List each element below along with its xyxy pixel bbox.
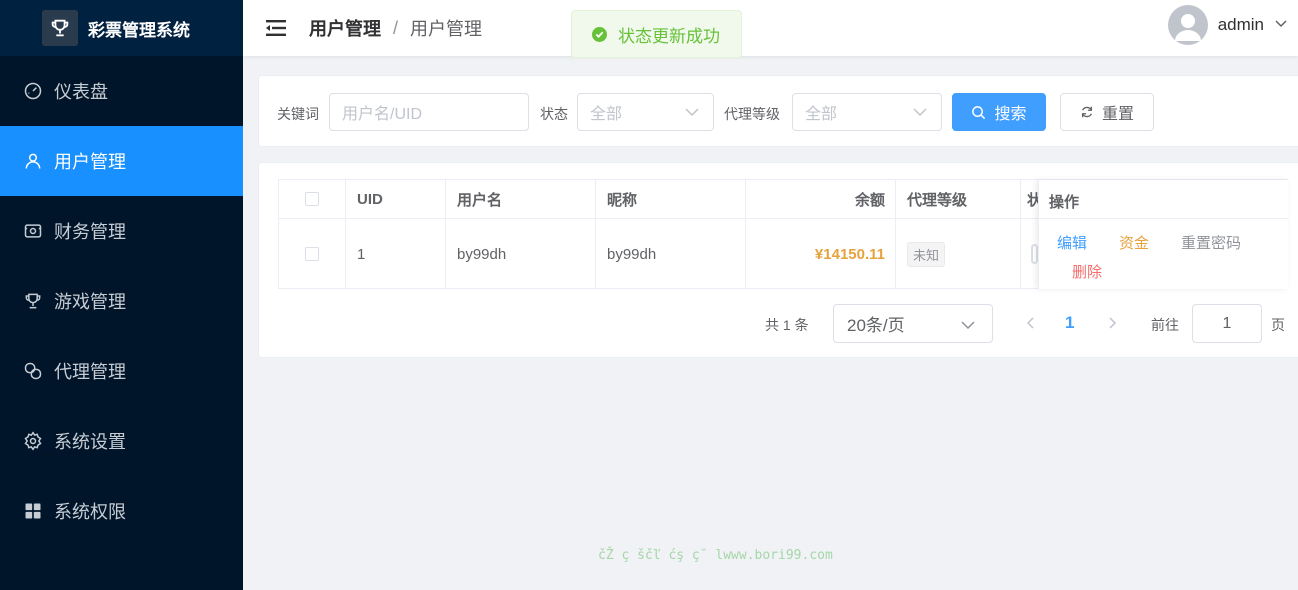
chevron-down-icon — [1274, 16, 1288, 35]
operations-column: 操作 编辑 资金 重置密码 删除 — [1038, 180, 1289, 289]
check-circle-icon — [592, 26, 607, 42]
column-header-agent-level: 代理等级 — [896, 180, 1021, 219]
cell-status — [1021, 219, 1039, 289]
cell-username: by99dh — [446, 219, 596, 289]
cell-agent-level: 未知 — [896, 219, 1021, 289]
user-icon — [23, 151, 43, 171]
chevron-right-icon — [1109, 317, 1117, 329]
column-header-status: 状 — [1021, 180, 1039, 219]
sidebar-item-permissions[interactable]: 系统权限 — [0, 476, 243, 546]
header: 用户管理 / 用户管理 admin — [243, 0, 1298, 56]
breadcrumb-item-current: 用户管理 — [410, 19, 483, 39]
dashboard-icon — [23, 81, 43, 101]
select-all-checkbox[interactable] — [305, 192, 319, 206]
sidebar-item-label: 代理管理 — [54, 362, 126, 382]
agent-level-select-value: 全部 — [805, 106, 838, 123]
balance-value: ¥14150.11 — [814, 245, 885, 263]
sidebar-item-label: 系统设置 — [54, 432, 126, 452]
search-button-label: 搜索 — [994, 106, 1027, 123]
grid-icon — [23, 501, 43, 521]
column-header-username: 用户名 — [446, 180, 596, 219]
wallet-icon — [23, 221, 43, 241]
sidebar-item-label: 用户管理 — [54, 152, 126, 172]
menu-collapse-icon[interactable] — [265, 17, 287, 39]
status-select[interactable]: 全部 — [577, 93, 714, 131]
goto-suffix: 页 — [1271, 317, 1285, 333]
sidebar-item-label: 游戏管理 — [54, 292, 126, 312]
row-checkbox[interactable] — [305, 247, 319, 261]
status-label: 状态 — [540, 106, 568, 122]
status-select-value: 全部 — [590, 106, 623, 123]
sidebar-item-dashboard[interactable]: 仪表盘 — [0, 56, 243, 126]
prev-page-button[interactable] — [1021, 313, 1041, 333]
goto-page-input[interactable]: 1 — [1192, 304, 1262, 343]
page-number[interactable]: 1 — [1065, 313, 1074, 333]
avatar — [1167, 5, 1208, 45]
sidebar-item-agents[interactable]: 代理管理 — [0, 336, 243, 406]
keyword-label: 关键词 — [277, 106, 319, 122]
funds-link[interactable]: 资金 — [1119, 232, 1149, 253]
goto-label: 前往 — [1151, 317, 1179, 333]
app-title: 彩票管理系统 — [88, 20, 190, 40]
username: admin — [1217, 15, 1264, 34]
reset-password-link[interactable]: 重置密码 — [1181, 232, 1241, 253]
refresh-icon — [1081, 106, 1093, 118]
search-button[interactable]: 搜索 — [952, 93, 1046, 131]
user-menu[interactable]: admin — [1167, 5, 1288, 45]
breadcrumb-item[interactable]: 用户管理 — [309, 15, 381, 41]
reset-button-label: 重置 — [1101, 106, 1134, 123]
table-row-select — [279, 219, 346, 289]
cell-uid: 1 — [346, 219, 446, 289]
header-divider — [1039, 218, 1289, 219]
breadcrumb-separator: / — [393, 17, 399, 38]
column-header-uid: UID — [346, 180, 446, 219]
page-size-select[interactable]: 20条/页 — [833, 304, 993, 343]
sidebar-item-users[interactable]: 用户管理 — [0, 126, 243, 196]
sidebar-item-label: 财务管理 — [54, 222, 126, 242]
table-header-select — [279, 180, 346, 219]
chevron-down-icon — [961, 321, 975, 330]
sidebar-item-settings[interactable]: 系统设置 — [0, 406, 243, 476]
status-switch[interactable] — [1031, 244, 1038, 264]
search-icon — [972, 105, 986, 119]
toast-message: 状态更新成功 — [618, 26, 720, 46]
cell-nickname: by99dh — [596, 219, 746, 289]
page-size-value: 20条/页 — [847, 316, 905, 335]
chevron-left-icon — [1026, 317, 1034, 329]
search-form: 关键词 用户名/UID 状态 全部 代理等级 全部 搜索 重置 — [258, 75, 1298, 147]
keyword-input[interactable]: 用户名/UID — [329, 93, 529, 131]
trophy-logo-icon — [42, 10, 78, 46]
column-header-balance: 余额 — [746, 180, 896, 219]
reset-button[interactable]: 重置 — [1060, 93, 1154, 131]
sidebar: 彩票管理系统 仪表盘 用户管理 财务管理 游戏管理 代理管理 系统设置 系统权限 — [0, 0, 243, 590]
footer-text: čŽ ç ščľ ćş ç˘ lwww.bori99.com — [598, 548, 833, 563]
breadcrumb: 用户管理 / 用户管理 — [309, 15, 482, 41]
sidebar-item-label: 仪表盘 — [54, 82, 108, 102]
agent-level-tag: 未知 — [907, 241, 946, 267]
user-table: UID 用户名 昵称 余额 代理等级 状 1 by99dh by99dh ¥14… — [278, 179, 1289, 289]
keyword-placeholder: 用户名/UID — [342, 106, 423, 123]
column-header-actions: 操作 — [1049, 194, 1080, 211]
sidebar-item-games[interactable]: 游戏管理 — [0, 266, 243, 336]
gear-icon — [23, 431, 43, 451]
sidebar-item-finance[interactable]: 财务管理 — [0, 196, 243, 266]
sidebar-item-label: 系统权限 — [54, 502, 126, 522]
next-page-button[interactable] — [1102, 313, 1122, 333]
user-table-card: UID 用户名 昵称 余额 代理等级 状 1 by99dh by99dh ¥14… — [258, 162, 1298, 358]
success-toast: 状态更新成功 — [571, 10, 742, 58]
edit-link[interactable]: 编辑 — [1057, 232, 1087, 253]
trophy-icon — [23, 291, 43, 311]
chevron-down-icon — [913, 108, 927, 117]
agent-level-label: 代理等级 — [724, 106, 780, 122]
agent-level-select[interactable]: 全部 — [792, 93, 942, 131]
logo: 彩票管理系统 — [0, 0, 243, 56]
delete-link[interactable]: 删除 — [1072, 261, 1102, 282]
cell-balance: ¥14150.11 — [746, 219, 896, 289]
link-icon — [23, 361, 43, 381]
pagination-total: 共 1 条 — [765, 317, 809, 333]
chevron-down-icon — [685, 108, 699, 117]
column-header-nickname: 昵称 — [596, 180, 746, 219]
